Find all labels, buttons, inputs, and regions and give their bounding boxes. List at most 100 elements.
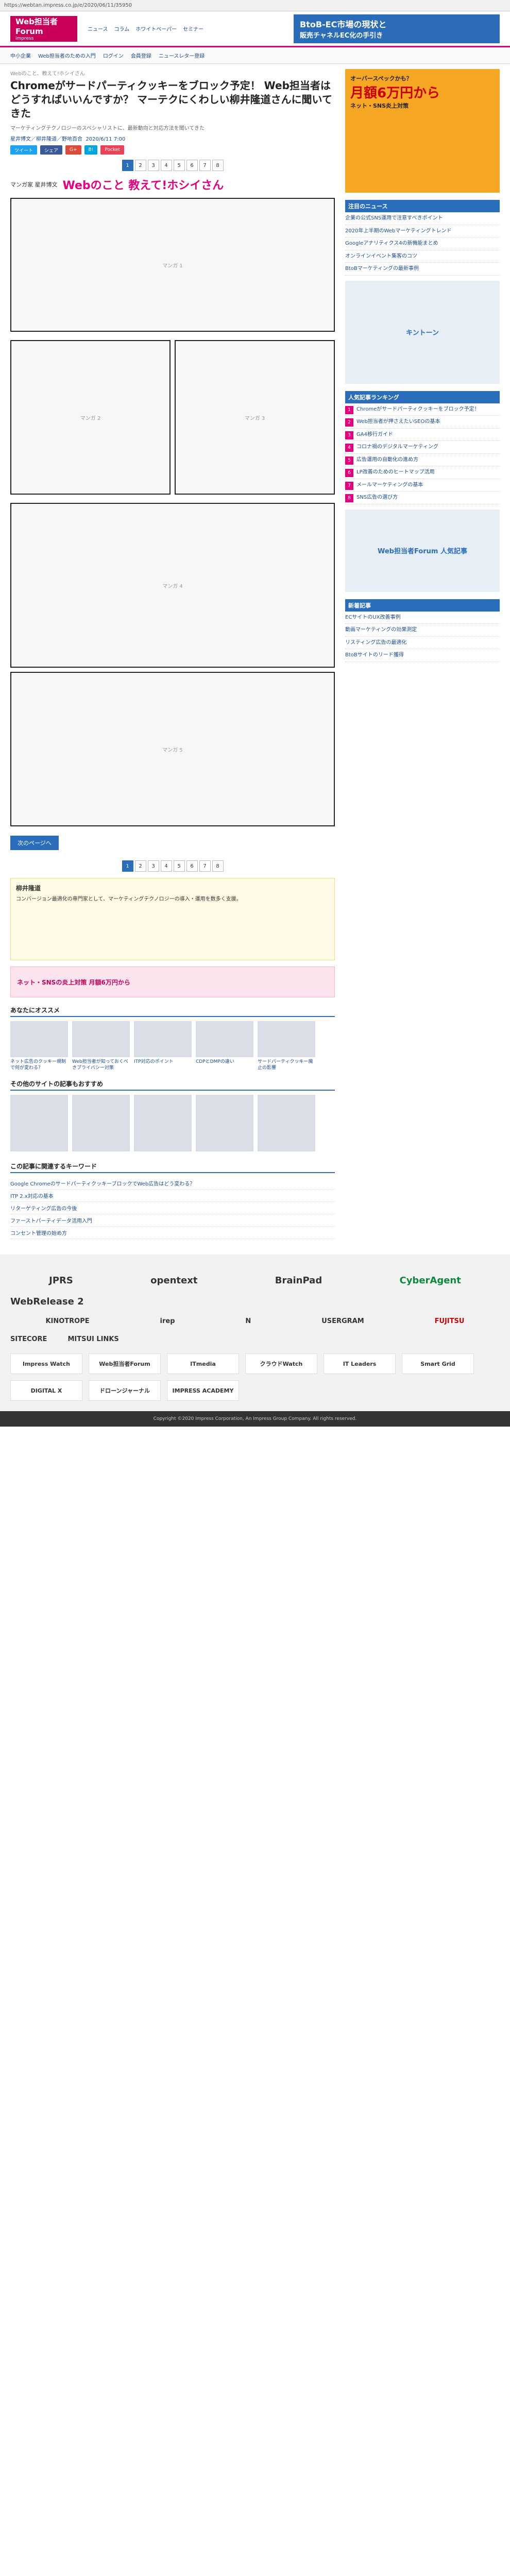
nav-seminar[interactable]: セミナー [183, 25, 203, 32]
subnav-item[interactable]: Web担当者のための入門 [38, 52, 96, 59]
related-item[interactable]: ネット広告のクッキー規制で何が変わる？ [10, 1021, 68, 1071]
page-2[interactable]: 2 [134, 160, 146, 171]
recommend-item[interactable] [258, 1095, 315, 1154]
rank-number: 3 [345, 431, 353, 439]
partner-logo[interactable]: irep [160, 1317, 175, 1325]
partner-logo[interactable]: MITSUI LINKS [67, 1335, 118, 1343]
subnav-item[interactable]: 中小企業 [10, 52, 31, 59]
pocket-button[interactable]: Pocket [100, 145, 124, 155]
list-item[interactable]: BtoBマーケティングの最新事例 [345, 263, 500, 276]
hatena-bookmark-button[interactable]: B! [84, 145, 98, 155]
subnav-item[interactable]: ニュースレター登録 [159, 52, 205, 59]
related-item[interactable]: CDPとDMPの違い [196, 1021, 253, 1071]
sponsor-logo[interactable]: BrainPad [275, 1275, 322, 1286]
recommend-item[interactable] [10, 1095, 68, 1154]
group-logo[interactable]: Smart Grid [402, 1353, 474, 1375]
sidebar-banner[interactable]: Web担当者Forum 人気記事 [345, 509, 500, 592]
site-logo[interactable]: Web担当者Forum impress [10, 15, 77, 42]
page-8[interactable]: 8 [212, 160, 224, 171]
ranking-item[interactable]: 3 GA4移行ガイド [345, 429, 500, 441]
group-logo[interactable]: クラウドWatch [245, 1353, 317, 1375]
list-item[interactable]: リターゲティング広告の今後 [10, 1202, 335, 1215]
list-item[interactable]: Google ChromeのサードパーティクッキーブロックでWeb広告はどう変わ… [10, 1177, 335, 1190]
subnav-item[interactable]: ログイン [103, 52, 124, 59]
recommend-item[interactable] [134, 1095, 192, 1154]
ranking-item[interactable]: 6 LP改善のためのヒートマップ活用 [345, 466, 500, 479]
address-bar[interactable]: https://webtan.impress.co.jp/e/2020/06/1… [0, 0, 510, 11]
group-logo[interactable]: ITmedia [167, 1353, 239, 1375]
nav-column[interactable]: コラム [114, 25, 130, 32]
webrelease-logo[interactable]: WebRelease 2 [10, 1296, 500, 1307]
page-6[interactable]: 6 [186, 160, 198, 171]
ranking-item[interactable]: 1 Chromeがサードパーティクッキーをブロック予定！ [345, 403, 500, 416]
recommend-item[interactable] [196, 1095, 253, 1154]
pagination-bottom: 1 2 3 4 5 6 7 8 [10, 860, 335, 872]
nav-whitepaper[interactable]: ホワイトペーパー [135, 25, 177, 32]
page-8[interactable]: 8 [212, 860, 224, 872]
promo-banner[interactable]: ネット・SNSの炎上対策 月額6万円から [10, 967, 335, 997]
page-6[interactable]: 6 [186, 860, 198, 872]
twitter-share-button[interactable]: ツイート [10, 145, 38, 155]
google-share-button[interactable]: G+ [65, 145, 81, 155]
page-1[interactable]: 1 [122, 160, 133, 171]
group-logo[interactable]: IT Leaders [324, 1353, 396, 1375]
group-logo[interactable]: ドローンジャーナル [89, 1380, 161, 1401]
list-item[interactable]: オンラインイベント集客のコツ [345, 250, 500, 263]
group-logo[interactable]: Web担当者Forum [89, 1353, 161, 1375]
page-4[interactable]: 4 [160, 160, 172, 171]
partner-logo[interactable]: KINOTROPE [45, 1317, 89, 1325]
related-item[interactable]: サードパーティクッキー廃止の影響 [258, 1021, 315, 1071]
sponsor-logo[interactable]: JPRS [49, 1275, 73, 1286]
ranking-item[interactable]: 7 メールマーケティングの基本 [345, 479, 500, 492]
header-banner-ad[interactable]: BtoB-EC市場の現状と 販売チャネルEC化の手引き [294, 14, 500, 43]
list-item[interactable]: BtoBサイトのリード獲得 [345, 649, 500, 662]
list-item[interactable]: 動画マーケティングの効果測定 [345, 624, 500, 637]
subnav-item[interactable]: 会員登録 [131, 52, 151, 59]
list-item[interactable]: 企業の公式SNS運用で注意すべきポイント [345, 212, 500, 225]
sponsor-logo[interactable]: CyberAgent [399, 1275, 461, 1286]
list-item[interactable]: リスティング広告の最適化 [345, 637, 500, 649]
group-logo[interactable]: DIGITAL X [10, 1380, 82, 1401]
page-5[interactable]: 5 [173, 160, 185, 171]
nav-news[interactable]: ニュース [88, 25, 108, 32]
breadcrumb[interactable]: Webのこと、教えて!ホシイさん [10, 69, 335, 77]
list-item[interactable]: ECサイトのUX改善事例 [345, 612, 500, 624]
partner-logo[interactable]: SITECORE [10, 1335, 47, 1343]
page-1[interactable]: 1 [122, 860, 133, 872]
list-item[interactable]: コンセント管理の始め方 [10, 1227, 335, 1240]
page-2[interactable]: 2 [134, 860, 146, 872]
manga-panel: マンガ 4 [10, 503, 335, 668]
sidebar-banner[interactable]: キントーン [345, 280, 500, 384]
partner-logo[interactable]: FUJITSU [435, 1317, 465, 1325]
page-5[interactable]: 5 [173, 860, 185, 872]
recommend-item[interactable] [72, 1095, 130, 1154]
page-7[interactable]: 7 [199, 160, 211, 171]
rank-number: 8 [345, 494, 353, 502]
list-item[interactable]: ファーストパーティデータ活用入門 [10, 1214, 335, 1227]
sponsor-logo[interactable]: opentext [150, 1275, 197, 1286]
next-page-button[interactable]: 次のページへ [10, 836, 59, 850]
related-item[interactable]: ITP対応のポイント [134, 1021, 192, 1071]
sidebar-ad[interactable]: オーバースペックかも？ 月額6万円から ネット・SNS炎上対策 [345, 69, 500, 193]
manga-title: Webのこと 教えて!ホシイさん [62, 179, 224, 192]
page-7[interactable]: 7 [199, 860, 211, 872]
ranking-item[interactable]: 4 コロナ禍のデジタルマーケティング [345, 441, 500, 454]
group-logo[interactable]: IMPRESS ACADEMY [167, 1380, 239, 1401]
list-item[interactable]: ITP 2.x対応の基本 [10, 1190, 335, 1202]
facebook-share-button[interactable]: シェア [40, 145, 63, 155]
news-list: 企業の公式SNS運用で注意すべきポイント 2020年上半期のWebマーケティング… [345, 212, 500, 276]
partner-logo[interactable]: N [245, 1317, 251, 1325]
group-logo[interactable]: Impress Watch [10, 1353, 82, 1375]
page-4[interactable]: 4 [160, 860, 172, 872]
page-3[interactable]: 3 [147, 160, 159, 171]
ranking-item[interactable]: 8 SNS広告の選び方 [345, 492, 500, 504]
partner-logo[interactable]: USERGRAM [321, 1317, 364, 1325]
ranking-item[interactable]: 2 Web担当者が押さえたいSEOの基本 [345, 416, 500, 429]
author-names[interactable]: 星井博文／柳井隆道／野地百合 [10, 137, 82, 142]
related-caption: CDPとDMPの違い [196, 1059, 234, 1064]
related-item[interactable]: Web担当者が知っておくべきプライバシー対策 [72, 1021, 130, 1071]
list-item[interactable]: 2020年上半期のWebマーケティングトレンド [345, 225, 500, 238]
ranking-item[interactable]: 5 広告運用の自動化の進め方 [345, 454, 500, 466]
list-item[interactable]: Googleアナリティクス4の新機能まとめ [345, 238, 500, 250]
page-3[interactable]: 3 [147, 860, 159, 872]
